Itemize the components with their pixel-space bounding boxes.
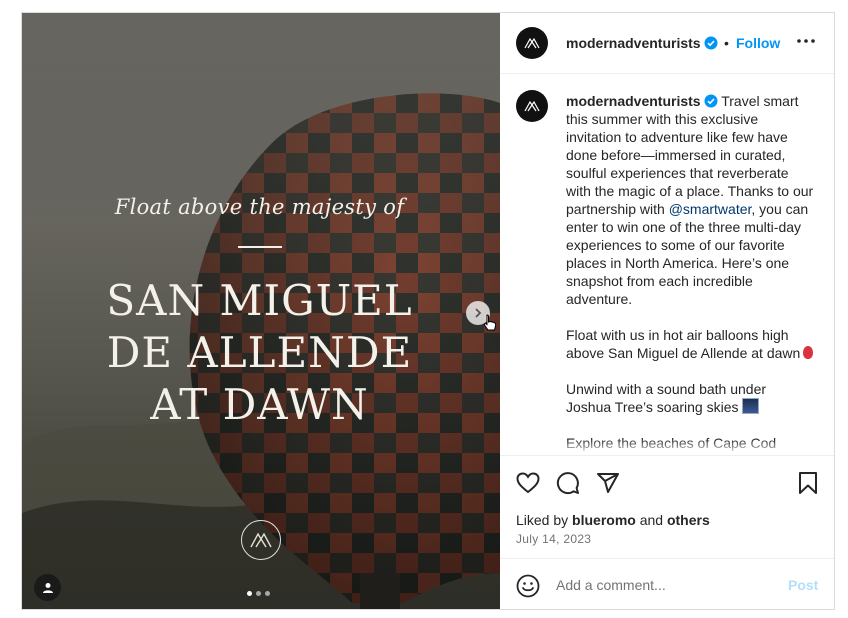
- header-username[interactable]: modernadventurists: [566, 35, 718, 51]
- avatar[interactable]: [516, 90, 548, 122]
- balloon-emoji-icon: [803, 346, 814, 359]
- liked-and: and: [635, 512, 667, 528]
- headline-line: AT DAWN: [150, 380, 369, 429]
- caption-text: modernadventurists Travel smart this sum…: [566, 92, 814, 452]
- liked-user-link[interactable]: blueromo: [572, 512, 636, 528]
- post-comment-button[interactable]: Post: [788, 577, 818, 593]
- liked-prefix: Liked by: [516, 512, 573, 528]
- liked-others-link[interactable]: others: [667, 512, 710, 528]
- post-actions: Liked by blueromo and others July 14, 20…: [500, 455, 834, 570]
- media-divider: [238, 246, 282, 248]
- mention-link[interactable]: @smartwater: [669, 201, 752, 217]
- chevron-right-icon: [475, 308, 482, 318]
- more-options-icon[interactable]: [796, 37, 816, 45]
- likes-summary: Liked by blueromo and others: [516, 512, 710, 528]
- caption-body: , you can enter to win one of the three …: [566, 201, 809, 361]
- brand-logo-icon: [524, 37, 540, 49]
- post-media[interactable]: Float above the majesty of SAN MIGUEL DE…: [22, 13, 500, 609]
- instagram-post: Float above the majesty of SAN MIGUEL DE…: [21, 12, 835, 610]
- post-date[interactable]: July 14, 2023: [516, 532, 591, 546]
- carousel-dot: [265, 591, 270, 596]
- brand-logo-icon: [524, 100, 540, 112]
- carousel-indicator: [247, 591, 270, 596]
- user-icon: [42, 582, 53, 593]
- username-text[interactable]: modernadventurists: [566, 35, 701, 51]
- caption-fade: [500, 439, 834, 455]
- headline-line: DE ALLENDE: [106, 328, 413, 377]
- night-sky-emoji-icon: [741, 398, 759, 414]
- post-header: modernadventurists • Follow: [500, 13, 834, 74]
- share-icon[interactable]: [596, 471, 620, 495]
- caption-section: modernadventurists Travel smart this sum…: [500, 74, 834, 455]
- post-sidebar: modernadventurists • Follow modernadvent…: [500, 13, 834, 609]
- emoji-icon[interactable]: [516, 574, 540, 598]
- comment-bar: Post: [500, 558, 834, 609]
- brand-logo-icon: [241, 520, 281, 560]
- heart-icon[interactable]: [516, 471, 540, 495]
- follow-button[interactable]: Follow: [736, 35, 780, 51]
- comment-input[interactable]: [556, 577, 776, 593]
- avatar[interactable]: [516, 27, 548, 59]
- hand-cursor-icon: [483, 314, 497, 331]
- verified-badge-icon: [704, 36, 718, 50]
- headline-line: SAN MIGUEL: [106, 276, 413, 325]
- bookmark-icon[interactable]: [798, 471, 818, 495]
- caption-body: Unwind with a sound bath under Joshua Tr…: [566, 381, 767, 415]
- tagged-users-button[interactable]: [34, 574, 61, 601]
- carousel-dot: [247, 591, 252, 596]
- caption-body: Travel smart this summer with this exclu…: [566, 93, 818, 217]
- media-headline: SAN MIGUEL DE ALLENDE AT DAWN: [22, 275, 497, 431]
- media-tagline: Float above the majesty of: [114, 195, 405, 219]
- carousel-dot: [256, 591, 261, 596]
- comment-icon[interactable]: [556, 471, 580, 495]
- caption-username[interactable]: modernadventurists: [566, 93, 701, 109]
- verified-badge-icon: [704, 94, 718, 108]
- header-separator: •: [724, 35, 729, 51]
